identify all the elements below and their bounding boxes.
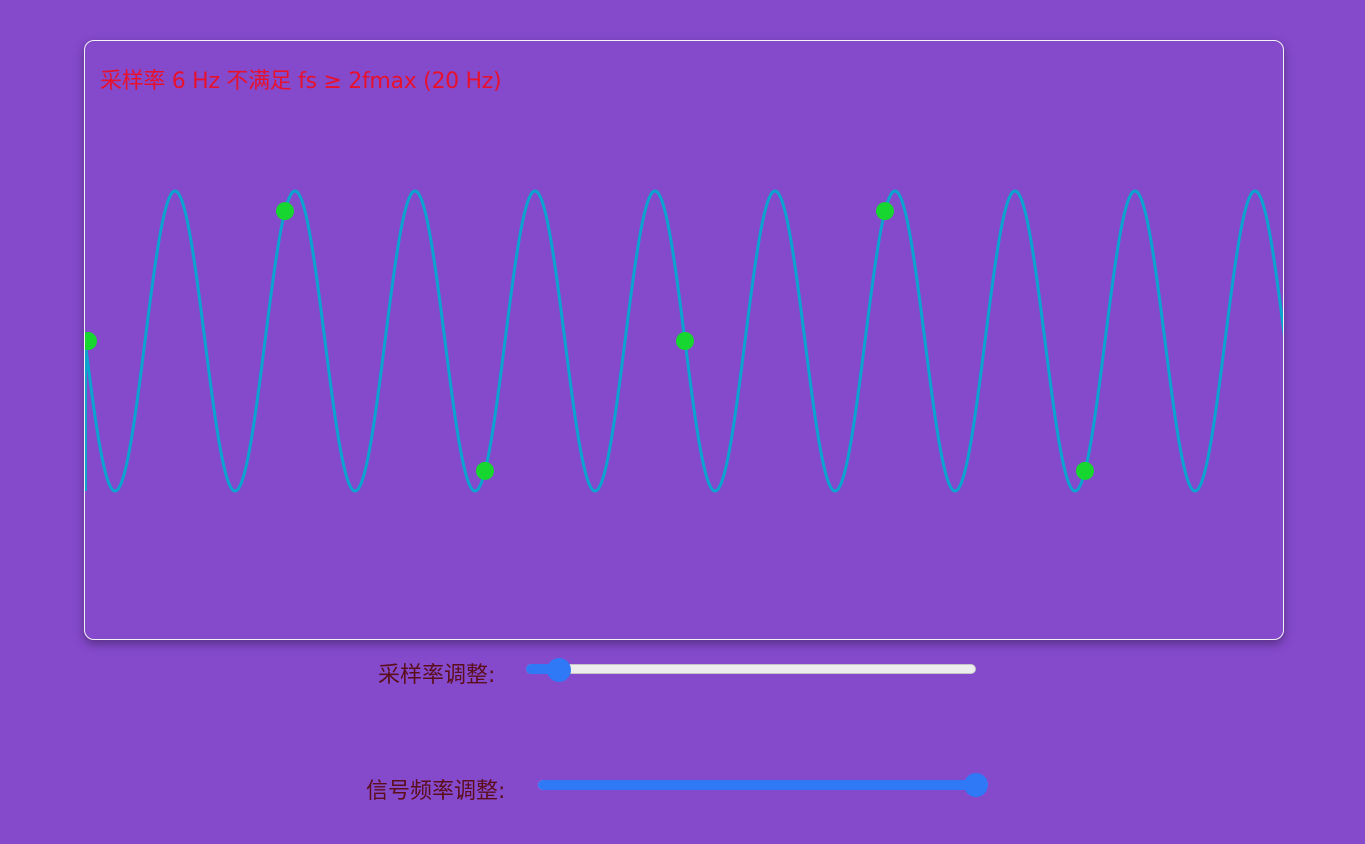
signal-frequency-slider-thumb[interactable] (964, 773, 988, 797)
signal-frequency-control: 信号频率调整: (366, 774, 505, 804)
sample-rate-slider-thumb[interactable] (547, 658, 572, 682)
sample-point (876, 202, 894, 221)
sample-rate-slider-track (526, 664, 976, 674)
sample-rate-label: 采样率调整: (378, 663, 496, 688)
sample-point (85, 332, 97, 350)
signal-frequency-slider-fill (538, 780, 976, 790)
sample-point (276, 202, 294, 221)
sample-point (676, 332, 694, 350)
waveform-plot (85, 189, 1283, 493)
nyquist-warning-text: 采样率 6 Hz 不满足 fs ≥ 2fmax (20 Hz) (100, 69, 502, 94)
sample-rate-control: 采样率调整: (378, 658, 495, 688)
sample-rate-slider[interactable] (526, 658, 976, 682)
signal-frequency-slider[interactable] (538, 773, 988, 797)
sample-point (476, 461, 494, 480)
signal-canvas: 采样率 6 Hz 不满足 fs ≥ 2fmax (20 Hz) (84, 40, 1284, 640)
sample-point (1076, 461, 1094, 480)
signal-frequency-label: 信号频率调整: (366, 779, 506, 804)
